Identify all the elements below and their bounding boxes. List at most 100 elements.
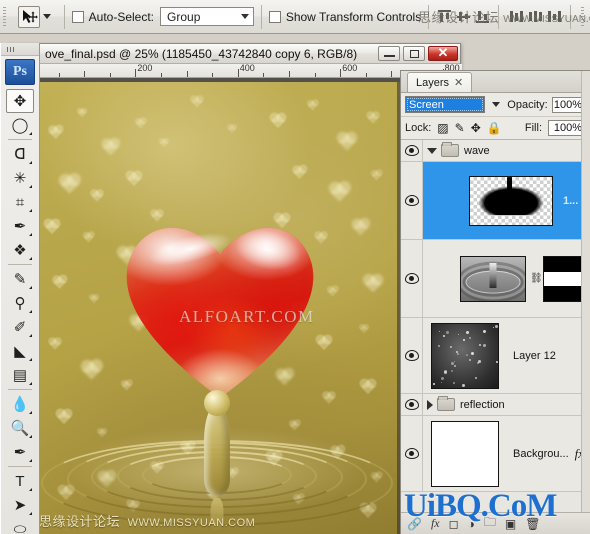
layer-row[interactable]: wave (401, 140, 590, 162)
document-title-bar[interactable]: ove_final.psd @ 25% (1185450_43742840 co… (9, 44, 460, 64)
distribute-right-edges-button[interactable] (546, 8, 563, 25)
tool-flyout-indicator (29, 233, 32, 236)
move-tool-icon[interactable] (18, 6, 40, 28)
eraser-tool[interactable]: ◣ (6, 339, 34, 363)
align-bottom-edges-button[interactable] (474, 8, 491, 25)
layer-visibility-toggle[interactable] (401, 394, 423, 415)
patch-tool[interactable]: ❖ (6, 238, 34, 262)
blend-mode-dropdown[interactable]: Screen (405, 96, 485, 113)
move-tool[interactable]: ✥ (6, 89, 34, 113)
ruler-tick (263, 73, 264, 77)
ellipse-shape-tool[interactable]: ⬭ (6, 517, 34, 534)
lasso-tool[interactable]: ᗡ (6, 142, 34, 166)
layer-row[interactable]: ⛓ (401, 240, 590, 318)
bokeh-heart (191, 96, 202, 107)
horizontal-ruler[interactable]: 0200400600800 (9, 64, 462, 78)
close-button[interactable]: ✕ (428, 46, 458, 61)
active-tool-preset[interactable] (12, 6, 57, 28)
eyedropper-tool[interactable]: ✒ (6, 214, 34, 238)
layer-visibility-toggle[interactable] (401, 416, 423, 491)
new-group-icon[interactable]: 🗀 (484, 513, 496, 534)
tool-preset-chevron-down-icon[interactable] (43, 14, 51, 19)
eye-icon (405, 273, 419, 284)
elliptical-marquee-tool[interactable]: ◯ (6, 113, 34, 137)
dark-sparkle-thumb[interactable] (431, 323, 499, 389)
move-lock-icon[interactable]: ✥ (471, 122, 481, 134)
paint-lock-icon[interactable]: ✎ (455, 122, 465, 134)
history-brush-tool[interactable]: ✐ (6, 315, 34, 339)
bokeh-heart (330, 183, 348, 201)
new-adjustment-layer-icon[interactable]: ◑ (468, 517, 475, 531)
canvas-watermark: 思缘设计论坛 WWW.MISSYUAN.COM (39, 511, 255, 530)
crop-tool[interactable]: ⌗ (6, 190, 34, 214)
artwork-canvas[interactable]: ALFOART.COM 思缘设计论坛 WWW.MISSYUAN.COM (33, 82, 400, 534)
add-layer-style-icon[interactable]: fx (431, 516, 440, 531)
ripple-grayscale-thumb[interactable] (460, 256, 526, 302)
align-vertical-centers-button[interactable] (455, 8, 472, 25)
layer-row[interactable]: 1... (401, 162, 590, 240)
dodge-tool[interactable]: 🔍 (6, 416, 34, 440)
bokeh-heart (372, 171, 382, 181)
tool-flyout-indicator (29, 310, 32, 313)
path-selection-tool[interactable]: ➤ (6, 493, 34, 517)
canvas-area[interactable]: ALFOART.COM 思缘设计论坛 WWW.MISSYUAN.COM (9, 78, 462, 534)
layer-name: Backgrou... (513, 448, 569, 460)
thumb-sparkle (469, 359, 471, 361)
ruler-tick (391, 71, 392, 77)
eyedropper-tool-icon: ✒ (14, 219, 27, 234)
thumb-sparkle (444, 370, 447, 373)
thumb-sparkle (463, 339, 465, 341)
chevron-down-icon[interactable] (427, 148, 437, 154)
layer-visibility-toggle[interactable] (401, 162, 423, 239)
chevron-right-icon[interactable] (427, 400, 433, 410)
transparency-lock-icon[interactable]: ▨ (437, 122, 448, 134)
brush-tool-icon: ✎ (14, 272, 27, 287)
mask-link-icon[interactable]: ⛓ (532, 272, 541, 286)
magic-wand-tool[interactable]: ✳ (6, 166, 34, 190)
layers-panel-scrollbar[interactable] (581, 71, 590, 534)
bokeh-heart (328, 287, 338, 297)
bokeh-heart (45, 220, 59, 234)
maximize-button[interactable] (403, 46, 425, 61)
thumb-sparkle (471, 352, 474, 355)
toolbox-collapse-handle[interactable] (1, 43, 39, 56)
clone-stamp-tool[interactable]: ⚲ (6, 291, 34, 315)
ruler-tick (59, 73, 60, 77)
auto-select-checkbox[interactable] (72, 11, 84, 23)
brush-tool[interactable]: ✎ (6, 267, 34, 291)
pen-tool[interactable]: ✒ (6, 440, 34, 464)
type-tool[interactable]: T (6, 469, 34, 493)
all-lock-icon[interactable]: 🔒 (487, 122, 502, 134)
layer-row[interactable]: reflection (401, 394, 590, 416)
layer-row[interactable]: Backgrou... fx (401, 416, 590, 492)
minimize-button[interactable] (378, 46, 400, 61)
add-layer-mask-icon[interactable]: ◻ (449, 517, 459, 531)
distribute-left-edges-button[interactable] (508, 8, 525, 25)
show-transform-controls-checkbox[interactable] (269, 11, 281, 23)
options-bar-right-grip[interactable] (578, 1, 588, 33)
layer-visibility-toggle[interactable] (401, 240, 423, 317)
layer-row[interactable]: Layer 12 (401, 318, 590, 394)
tab-layers[interactable]: Layers ✕ (407, 72, 472, 92)
ruler-tick (135, 69, 136, 77)
layer-visibility-toggle[interactable] (401, 140, 423, 161)
options-bar-grip[interactable] (0, 1, 10, 33)
gradient-tool[interactable]: ▤ (6, 363, 34, 387)
link-layers-icon[interactable]: 🔗 (407, 517, 422, 531)
wave-splash-alpha-thumb[interactable] (469, 176, 553, 226)
auto-select-dropdown[interactable]: Group (160, 7, 254, 26)
blur-tool[interactable]: 💧 (6, 392, 34, 416)
close-icon[interactable]: ✕ (454, 76, 463, 89)
white-thumb[interactable] (431, 421, 499, 487)
delete-layer-icon[interactable]: 🗑 (525, 517, 540, 531)
distribute-horizontal-centers-button[interactable] (527, 8, 544, 25)
ruler-label: 400 (240, 64, 255, 73)
new-layer-icon[interactable]: ▣ (505, 517, 516, 531)
align-top-edges-button[interactable] (436, 8, 453, 25)
fill-label: Fill: (525, 122, 542, 134)
bokeh-heart (127, 172, 141, 186)
tool-flyout-indicator (29, 459, 32, 462)
blend-mode-chevron-down-icon[interactable] (492, 102, 500, 107)
layer-visibility-toggle[interactable] (401, 318, 423, 393)
options-divider-5 (570, 5, 571, 29)
